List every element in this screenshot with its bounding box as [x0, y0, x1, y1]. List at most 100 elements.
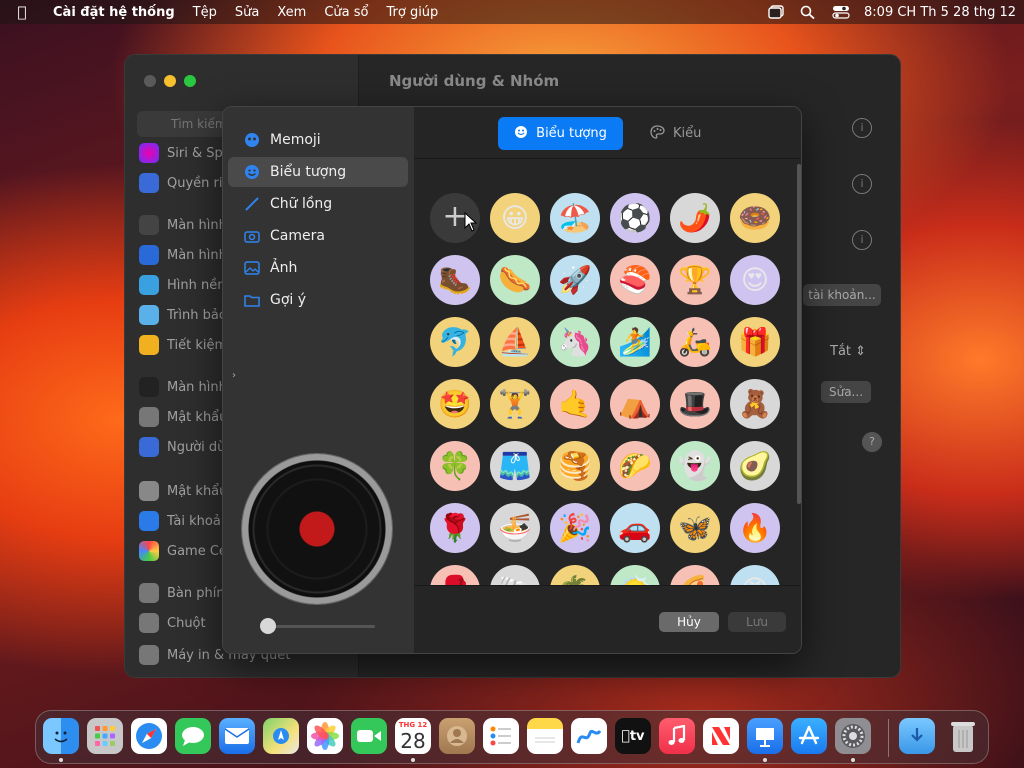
photos-app-icon[interactable]	[307, 718, 343, 754]
contacts-icon[interactable]	[439, 718, 475, 754]
info-icon[interactable]: i	[852, 118, 872, 138]
spotlight-search-icon[interactable]	[800, 5, 816, 20]
sidebar-item-mouse[interactable]: Chuột	[139, 611, 206, 635]
emoji-option[interactable]: 🚗	[610, 503, 660, 553]
emoji-option[interactable]: 🥊	[430, 565, 480, 585]
news-icon[interactable]	[703, 718, 739, 754]
emoji-option[interactable]: 🏆	[670, 255, 720, 305]
sidebar-item-siri[interactable]: Siri & Spo	[139, 141, 231, 165]
menu-edit[interactable]: Sửa	[226, 5, 268, 20]
emoji-scrollbar[interactable]	[797, 164, 801, 504]
calendar-icon[interactable]: THG 12 28	[395, 718, 431, 754]
emoji-option[interactable]: 🔥	[730, 503, 780, 553]
emoji-option[interactable]: 🎉	[550, 503, 600, 553]
mail-icon[interactable]	[219, 718, 255, 754]
emoji-option[interactable]: 🌴	[550, 565, 600, 585]
info-icon[interactable]: i	[852, 230, 872, 250]
apple-icon[interactable]: 	[0, 3, 44, 21]
stage-manager-icon[interactable]	[768, 5, 784, 19]
zoom-button[interactable]	[184, 75, 196, 87]
sidebar-item-lockscreen[interactable]: Màn hình	[139, 375, 227, 399]
emoji-option[interactable]: 🤙	[550, 379, 600, 429]
sidebar-item-energy[interactable]: Tiết kiệm	[139, 333, 227, 357]
emoji-option[interactable]: 🏖️	[550, 193, 600, 243]
system-settings-icon[interactable]	[835, 718, 871, 754]
trash-icon[interactable]	[945, 718, 981, 754]
save-button[interactable]: Lưu	[728, 612, 786, 632]
menu-file[interactable]: Tệp	[184, 5, 226, 20]
control-center-icon[interactable]	[832, 5, 850, 19]
emoji-option[interactable]: 🥞	[550, 441, 600, 491]
notes-icon[interactable]	[527, 718, 563, 754]
launchpad-icon[interactable]	[87, 718, 123, 754]
sidebar-item-screensaver[interactable]: Trình bảo	[139, 303, 227, 327]
facetime-icon[interactable]	[351, 718, 387, 754]
sidebar-item-accounts[interactable]: Tài khoản	[139, 509, 229, 533]
messages-icon[interactable]	[175, 718, 211, 754]
freeform-icon[interactable]	[571, 718, 607, 754]
downloads-folder-icon[interactable]	[899, 718, 935, 754]
emoji-option[interactable]: 😶‍🌫️	[610, 565, 660, 585]
emoji-option[interactable]: 🌹	[430, 503, 480, 553]
safari-icon[interactable]	[131, 718, 167, 754]
disclosure-chevron-icon[interactable]: ›	[232, 370, 236, 381]
music-icon[interactable]	[659, 718, 695, 754]
picker-item-memoji[interactable]: Memoji	[228, 125, 408, 155]
minimize-button[interactable]	[164, 75, 176, 87]
finder-icon[interactable]	[43, 718, 79, 754]
emoji-option[interactable]: 🎩	[670, 379, 720, 429]
picker-item-camera[interactable]: Camera	[228, 221, 408, 251]
sidebar-item-keyboard[interactable]: Bàn phím	[139, 581, 229, 605]
info-icon[interactable]: i	[852, 174, 872, 194]
tab-emoji[interactable]: Biểu tượng	[498, 117, 623, 150]
reminders-icon[interactable]	[483, 718, 519, 754]
emoji-option[interactable]: 🛵	[670, 317, 720, 367]
close-button[interactable]	[144, 75, 156, 87]
sidebar-item-passwords[interactable]: Mật khẩu	[139, 479, 227, 503]
cancel-button[interactable]: Hủy	[659, 612, 719, 632]
emoji-option[interactable]: 🍀	[430, 441, 480, 491]
menubar-clock[interactable]: 8:09 CH Th 5 28 thg 12	[864, 5, 1016, 20]
emoji-option[interactable]: 🤩	[430, 379, 480, 429]
emoji-option[interactable]: 😍	[730, 255, 780, 305]
emoji-option[interactable]: 🐬	[430, 317, 480, 367]
emoji-option[interactable]: 🦄	[550, 317, 600, 367]
emoji-option[interactable]: 🥑	[730, 441, 780, 491]
picker-item-monogram[interactable]: Chữ lồng	[228, 189, 408, 219]
menu-help[interactable]: Trợ giúp	[377, 5, 447, 20]
emoji-option[interactable]: 🌮	[610, 441, 660, 491]
help-icon[interactable]: ?	[862, 432, 882, 452]
emoji-option[interactable]: 🚀	[550, 255, 600, 305]
emoji-option[interactable]: ⚽	[610, 193, 660, 243]
emoji-option[interactable]: 🧸	[730, 379, 780, 429]
menu-view[interactable]: Xem	[268, 5, 315, 20]
zoom-slider-track[interactable]	[267, 625, 375, 628]
emoji-option[interactable]: 😀	[490, 193, 540, 243]
keynote-icon[interactable]	[747, 718, 783, 754]
accounts-button[interactable]: tài khoản...	[803, 284, 881, 306]
edit-button[interactable]: Sửa...	[821, 381, 871, 403]
tv-icon[interactable]: tv	[615, 718, 651, 754]
sidebar-item-privacy[interactable]: Quyền riê	[139, 171, 231, 195]
emoji-option[interactable]: 😡	[730, 565, 780, 585]
emoji-option[interactable]: ⛺	[610, 379, 660, 429]
sidebar-item-gamecenter[interactable]: Game Ce	[139, 539, 227, 563]
emoji-option[interactable]: 🍕	[670, 565, 720, 585]
maps-icon[interactable]	[263, 718, 299, 754]
emoji-option[interactable]: 🌶️	[670, 193, 720, 243]
app-store-icon[interactable]	[791, 718, 827, 754]
menu-app-name[interactable]: Cài đặt hệ thống	[44, 5, 184, 20]
emoji-option[interactable]: 🥾	[430, 255, 480, 305]
menu-window[interactable]: Cửa sổ	[315, 5, 377, 20]
emoji-option[interactable]: 🩳	[490, 441, 540, 491]
picker-item-emoji[interactable]: Biểu tượng	[228, 157, 408, 187]
off-select[interactable]: Tắt ⇕	[830, 344, 866, 359]
zoom-slider-knob[interactable]	[260, 618, 276, 634]
emoji-option[interactable]: 🦋	[670, 503, 720, 553]
emoji-option[interactable]: 🏄	[610, 317, 660, 367]
sidebar-item-desktop[interactable]: Màn hình	[139, 213, 227, 237]
emoji-option[interactable]: 👻	[670, 441, 720, 491]
emoji-option[interactable]: 🍩	[730, 193, 780, 243]
sidebar-item-wallpaper[interactable]: Hình nền	[139, 273, 225, 297]
emoji-option[interactable]: 🏋️	[490, 379, 540, 429]
